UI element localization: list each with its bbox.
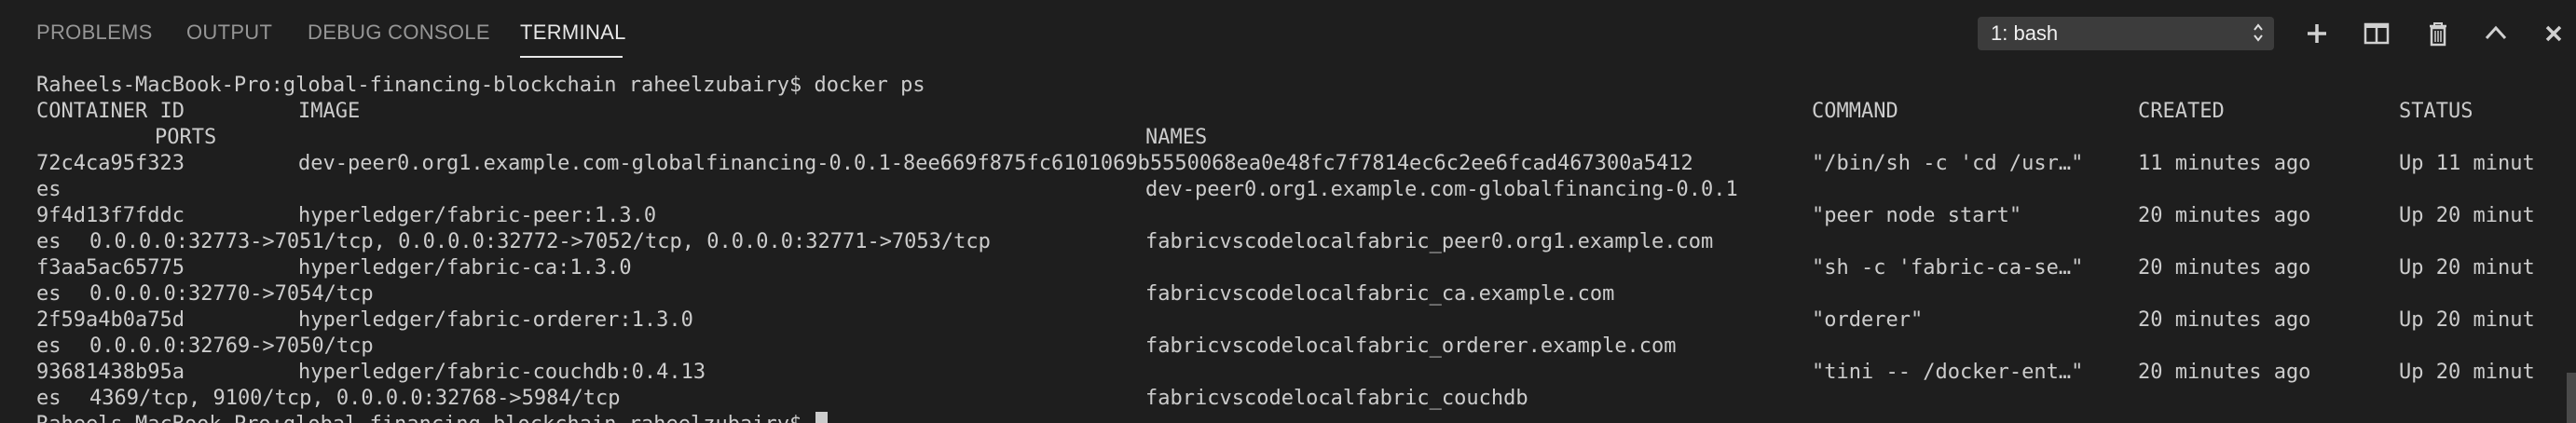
header-container-id: CONTAINER ID	[36, 100, 185, 123]
prompt-line: Raheels-MacBook-Pro:global-financing-blo…	[36, 74, 925, 97]
row-image: hyperledger/fabric-orderer:1.3.0	[298, 308, 693, 332]
header-status: STATUS	[2399, 100, 2473, 123]
row-names: fabricvscodelocalfabric_peer0.org1.examp…	[1145, 230, 1714, 253]
header-command: COMMAND	[1812, 100, 1898, 123]
select-arrows-icon	[2254, 23, 2263, 42]
chevron-up-icon[interactable]	[2477, 15, 2514, 52]
row-names: fabricvscodelocalfabric_couchdb	[1145, 387, 1528, 410]
row-command: "peer node start"	[1812, 204, 2022, 227]
row-status: Up 11 minut	[2399, 152, 2535, 175]
row-command: "tini -- /docker-ent…"	[1812, 361, 2084, 384]
row-image: hyperledger/fabric-couchdb:0.4.13	[298, 361, 706, 384]
row-container-id: f3aa5ac65775	[36, 256, 185, 280]
header-image: IMAGE	[298, 100, 361, 123]
terminal-selector-value: 1: bash	[1991, 21, 2059, 45]
row-command: "sh -c 'fabric-ca-se…"	[1812, 256, 2084, 280]
tab-problems[interactable]: PROBLEMS	[36, 20, 153, 45]
row-image: hyperledger/fabric-peer:1.3.0	[298, 204, 657, 227]
row-created: 20 minutes ago	[2138, 308, 2311, 332]
terminal-output[interactable]: Raheels-MacBook-Pro:global-financing-blo…	[0, 65, 2576, 423]
row-container-id: 2f59a4b0a75d	[36, 308, 185, 332]
cursor	[815, 412, 829, 423]
current-prompt: Raheels-MacBook-Pro:global-financing-blo…	[36, 412, 829, 423]
row-container-id: 9f4d13f7fddc	[36, 204, 185, 227]
row-created: 20 minutes ago	[2138, 256, 2311, 280]
row-status-wrap: es	[36, 334, 62, 358]
row-image: hyperledger/fabric-ca:1.3.0	[298, 256, 632, 280]
header-ports: PORTS	[155, 126, 217, 149]
row-status: Up 20 minut	[2399, 204, 2535, 227]
terminal-scrollbar[interactable]	[2567, 373, 2576, 423]
split-icon[interactable]	[2358, 15, 2395, 52]
close-icon[interactable]	[2535, 15, 2572, 52]
active-tab-indicator	[520, 56, 623, 58]
row-status-wrap: es	[36, 387, 62, 410]
current-prompt-text: Raheels-MacBook-Pro:global-financing-blo…	[36, 413, 802, 423]
row-ports: 4369/tcp, 9100/tcp, 0.0.0.0:32768->5984/…	[89, 387, 621, 410]
row-created: 20 minutes ago	[2138, 204, 2311, 227]
row-status-wrap: es	[36, 178, 62, 201]
row-container-id: 93681438b95a	[36, 361, 185, 384]
tab-debug-console[interactable]: DEBUG CONSOLE	[308, 20, 490, 45]
row-created: 20 minutes ago	[2138, 361, 2311, 384]
row-command: "/bin/sh -c 'cd /usr…"	[1812, 152, 2084, 175]
row-status-wrap: es	[36, 282, 62, 306]
tab-output[interactable]: OUTPUT	[186, 20, 272, 45]
terminal-selector[interactable]: 1: bash	[1978, 17, 2274, 50]
row-image: dev-peer0.org1.example.com-globalfinanci…	[298, 152, 1693, 175]
row-ports: 0.0.0.0:32770->7054/tcp	[89, 282, 374, 306]
row-status-wrap: es	[36, 230, 62, 253]
row-created: 11 minutes ago	[2138, 152, 2311, 175]
row-ports: 0.0.0.0:32773->7051/tcp, 0.0.0.0:32772->…	[89, 230, 991, 253]
row-names: fabricvscodelocalfabric_ca.example.com	[1145, 282, 1615, 306]
row-names: fabricvscodelocalfabric_orderer.example.…	[1145, 334, 1677, 358]
row-status: Up 20 minut	[2399, 256, 2535, 280]
trash-icon[interactable]	[2419, 15, 2457, 52]
row-container-id: 72c4ca95f323	[36, 152, 185, 175]
row-ports: 0.0.0.0:32769->7050/tcp	[89, 334, 374, 358]
header-names: NAMES	[1145, 126, 1208, 149]
panel-header: PROBLEMS OUTPUT DEBUG CONSOLE TERMINAL 1…	[0, 0, 2576, 65]
header-created: CREATED	[2138, 100, 2225, 123]
row-names: dev-peer0.org1.example.com-globalfinanci…	[1145, 178, 1738, 201]
row-status: Up 20 minut	[2399, 361, 2535, 384]
row-status: Up 20 minut	[2399, 308, 2535, 332]
row-command: "orderer"	[1812, 308, 1924, 332]
plus-icon[interactable]	[2298, 15, 2336, 52]
tab-terminal[interactable]: TERMINAL	[520, 20, 626, 45]
